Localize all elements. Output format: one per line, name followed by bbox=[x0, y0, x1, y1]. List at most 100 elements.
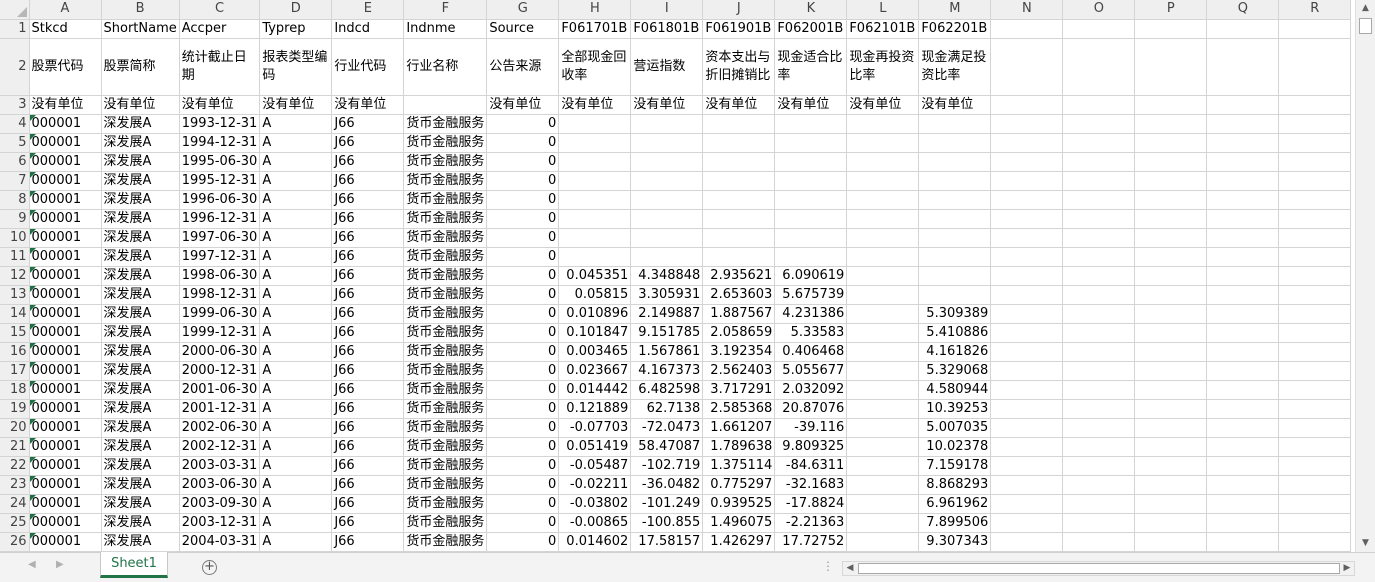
row-header[interactable]: 16 bbox=[0, 342, 30, 362]
cell[interactable] bbox=[558, 114, 632, 134]
cell[interactable] bbox=[1278, 437, 1352, 457]
row-header[interactable]: 10 bbox=[0, 228, 30, 248]
column-header[interactable]: I bbox=[630, 0, 704, 20]
cell[interactable] bbox=[990, 437, 1064, 457]
cell[interactable]: 0 bbox=[486, 171, 560, 191]
cell[interactable] bbox=[1134, 266, 1208, 286]
cell[interactable]: 0 bbox=[486, 323, 560, 343]
cell[interactable]: 0 bbox=[486, 247, 560, 267]
cell[interactable] bbox=[702, 152, 776, 172]
cell[interactable] bbox=[1062, 361, 1136, 381]
cell[interactable]: J66 bbox=[331, 285, 405, 305]
cell[interactable] bbox=[774, 133, 848, 153]
cell[interactable]: 1.661207 bbox=[702, 418, 776, 438]
cell[interactable]: J66 bbox=[331, 456, 405, 476]
column-header[interactable]: P bbox=[1134, 0, 1208, 20]
cell[interactable] bbox=[1062, 323, 1136, 343]
cell[interactable]: 0 bbox=[486, 285, 560, 305]
cell[interactable]: 1.496075 bbox=[702, 513, 776, 533]
cell[interactable]: 000001 bbox=[29, 494, 102, 514]
cell[interactable]: 1998-12-31 bbox=[179, 285, 261, 305]
cell[interactable] bbox=[1278, 494, 1352, 514]
cell[interactable]: F061701B bbox=[558, 19, 632, 39]
cell[interactable]: 没有单位 bbox=[846, 95, 920, 115]
cell[interactable]: J66 bbox=[331, 266, 405, 286]
cell[interactable] bbox=[918, 228, 992, 248]
cell[interactable] bbox=[774, 228, 848, 248]
cell[interactable]: 3.305931 bbox=[630, 285, 704, 305]
cell[interactable]: 深发展A bbox=[101, 494, 180, 514]
cell[interactable] bbox=[1062, 437, 1136, 457]
cell[interactable]: 0.05815 bbox=[558, 285, 632, 305]
row-header[interactable]: 18 bbox=[0, 380, 30, 400]
cell[interactable]: J66 bbox=[331, 228, 405, 248]
cell[interactable]: 0 bbox=[486, 209, 560, 229]
cell[interactable]: 1996-12-31 bbox=[179, 209, 261, 229]
cell[interactable]: 现金再投资比率 bbox=[846, 38, 920, 96]
cell[interactable] bbox=[1206, 247, 1280, 267]
row-header[interactable]: 19 bbox=[0, 399, 30, 419]
cell[interactable]: 深发展A bbox=[101, 247, 180, 267]
cell[interactable]: 没有单位 bbox=[259, 95, 333, 115]
cell[interactable]: 000001 bbox=[29, 361, 102, 381]
cell[interactable]: J66 bbox=[331, 209, 405, 229]
cell[interactable] bbox=[558, 133, 632, 153]
cell[interactable]: 2.032092 bbox=[774, 380, 848, 400]
cell[interactable]: J66 bbox=[331, 361, 405, 381]
cell[interactable]: 17.58157 bbox=[630, 532, 704, 552]
cell[interactable]: 000001 bbox=[29, 475, 102, 495]
cell[interactable]: 000001 bbox=[29, 190, 102, 210]
cell[interactable] bbox=[846, 304, 920, 324]
cell[interactable]: 没有单位 bbox=[486, 95, 560, 115]
cell[interactable] bbox=[1278, 228, 1352, 248]
cell[interactable] bbox=[1134, 38, 1208, 96]
cell[interactable]: -0.07703 bbox=[558, 418, 632, 438]
column-header[interactable]: E bbox=[331, 0, 405, 20]
cell[interactable] bbox=[990, 152, 1064, 172]
cell[interactable] bbox=[1278, 19, 1352, 39]
cell[interactable]: 2.058659 bbox=[702, 323, 776, 343]
cell[interactable]: J66 bbox=[331, 475, 405, 495]
cell[interactable]: 0.406468 bbox=[774, 342, 848, 362]
cell[interactable] bbox=[990, 209, 1064, 229]
cell[interactable]: 深发展A bbox=[101, 133, 180, 153]
cell[interactable] bbox=[1062, 532, 1136, 552]
row-header[interactable]: 22 bbox=[0, 456, 30, 476]
cell[interactable] bbox=[1206, 38, 1280, 96]
cell[interactable]: 1997-06-30 bbox=[179, 228, 261, 248]
cell[interactable]: 2001-06-30 bbox=[179, 380, 261, 400]
cell[interactable] bbox=[1206, 285, 1280, 305]
cell[interactable] bbox=[630, 171, 704, 191]
cell[interactable]: 2002-06-30 bbox=[179, 418, 261, 438]
cell[interactable]: 2002-12-31 bbox=[179, 437, 261, 457]
scroll-up-icon[interactable]: ▲ bbox=[1356, 0, 1375, 17]
cell[interactable] bbox=[990, 133, 1064, 153]
cell[interactable]: 深发展A bbox=[101, 361, 180, 381]
row-header[interactable]: 24 bbox=[0, 494, 30, 514]
cell[interactable]: J66 bbox=[331, 247, 405, 267]
cell[interactable]: 000001 bbox=[29, 304, 102, 324]
cell[interactable]: Typrep bbox=[259, 19, 333, 39]
column-header[interactable]: M bbox=[918, 0, 992, 20]
cell[interactable] bbox=[846, 152, 920, 172]
cell[interactable] bbox=[846, 228, 920, 248]
cell[interactable] bbox=[1134, 323, 1208, 343]
cell[interactable]: 7.899506 bbox=[918, 513, 992, 533]
cell[interactable] bbox=[1278, 152, 1352, 172]
cell[interactable] bbox=[1062, 418, 1136, 438]
cell[interactable]: 4.348848 bbox=[630, 266, 704, 286]
cell[interactable] bbox=[1062, 342, 1136, 362]
cell[interactable] bbox=[1206, 190, 1280, 210]
row-header[interactable]: 20 bbox=[0, 418, 30, 438]
cell[interactable]: 深发展A bbox=[101, 380, 180, 400]
cell[interactable]: 6.090619 bbox=[774, 266, 848, 286]
cell[interactable]: 9.307343 bbox=[918, 532, 992, 552]
cell[interactable]: A bbox=[259, 380, 333, 400]
row-header[interactable]: 13 bbox=[0, 285, 30, 305]
cell[interactable]: 没有单位 bbox=[558, 95, 632, 115]
cell[interactable]: 0.045351 bbox=[558, 266, 632, 286]
cell[interactable] bbox=[702, 190, 776, 210]
cell[interactable]: F062001B bbox=[774, 19, 848, 39]
cell[interactable] bbox=[774, 171, 848, 191]
cell[interactable]: 5.410886 bbox=[918, 323, 992, 343]
